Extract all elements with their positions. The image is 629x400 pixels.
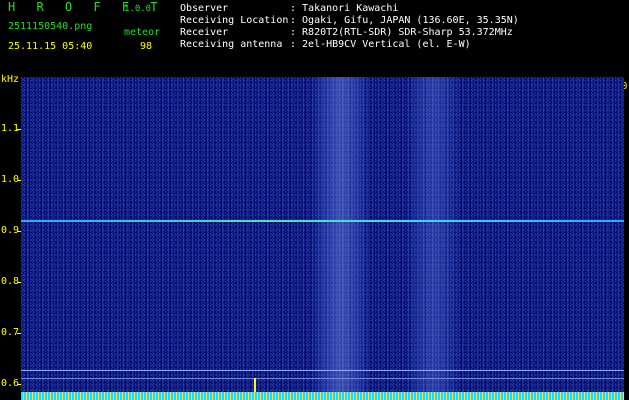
record-timestamp: 25.11.15 05:40	[8, 41, 93, 52]
reference-line	[21, 370, 624, 371]
location-label: Receiving Location	[180, 15, 289, 26]
spectrogram-plot	[21, 77, 624, 400]
record-filename: 2511150540.png	[8, 21, 93, 32]
receiver-label: Receiver	[180, 27, 229, 38]
observer-label: Observer	[180, 3, 229, 14]
meteor-echo-band	[311, 77, 371, 400]
app-version: 1.0.0	[124, 4, 152, 14]
meteor-echo-band	[406, 77, 461, 400]
antenna-value: : 2el-HB9CV Vertical (el. E-W)	[290, 39, 471, 50]
record-count: 98	[140, 41, 153, 52]
y-axis-unit: kHz	[1, 74, 20, 85]
receiver-value: : R820T2(RTL-SDR) SDR-Sharp 53.372MHz	[290, 27, 513, 38]
reference-line	[21, 378, 624, 379]
carrier-line	[21, 220, 624, 222]
location-value: : Ogaki, Gifu, JAPAN (136.60E, 35.35N)	[290, 15, 519, 26]
observer-value: : Takanori Kawachi	[290, 3, 399, 14]
antenna-label: Receiving antenna	[180, 39, 283, 50]
header-panel: H R O F F T 1.0.0 2511150540.png meteor …	[0, 0, 629, 72]
record-category: meteor	[124, 27, 161, 38]
noise-level-bar	[21, 392, 624, 400]
